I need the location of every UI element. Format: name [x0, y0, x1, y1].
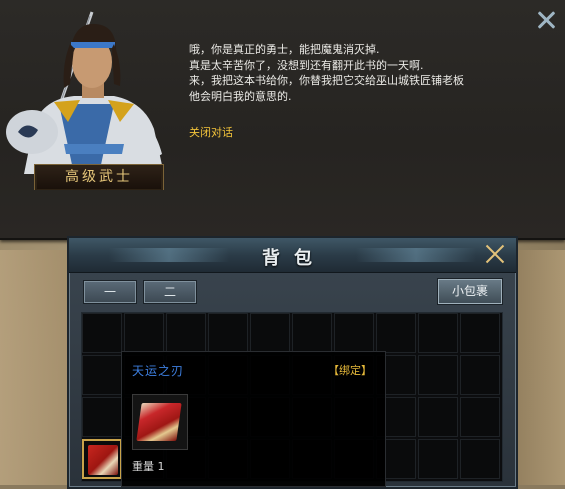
inventory-slot[interactable] — [208, 313, 248, 353]
small-bag-button[interactable]: 小包裹 — [437, 278, 503, 305]
red-book-icon — [136, 403, 182, 441]
inventory-slot[interactable] — [418, 355, 458, 395]
red-book-icon — [88, 445, 118, 475]
inventory-slot[interactable] — [376, 313, 416, 353]
inventory-slot[interactable] — [82, 439, 122, 479]
item-name: 天运之刃 — [132, 364, 185, 378]
inventory-slot[interactable] — [460, 439, 500, 479]
inventory-slot[interactable] — [460, 397, 500, 437]
item-tooltip: 天运之刃 【绑定】 重量 1 — [121, 351, 386, 487]
close-dialog-option[interactable]: 关闭对话 — [189, 124, 233, 140]
inventory-slot[interactable] — [124, 313, 164, 353]
title-ornament — [109, 248, 229, 262]
inventory-slot[interactable] — [334, 313, 374, 353]
title-ornament — [356, 248, 476, 262]
npc-name-plate: 高级武士 — [34, 164, 164, 190]
inventory-title-bar[interactable]: 背包 — [69, 238, 516, 273]
inventory-slot[interactable] — [166, 313, 206, 353]
dialog-line: 来，我把这本书给你，你替我把它交给巫山城铁匠铺老板 — [189, 74, 464, 87]
weight-label: 重量 — [132, 460, 154, 473]
dialog-line: 真是太辛苦你了，没想到还有翻开此书的一天啊. — [189, 58, 424, 72]
inventory-close-icon[interactable] — [483, 242, 507, 266]
inventory-slot[interactable] — [292, 313, 332, 353]
dialog-text: 哦，你是真正的勇士，能把魔鬼消灭掉. 真是太辛苦你了，没想到还有翻开此书的一天啊… — [189, 42, 509, 104]
inventory-slot[interactable] — [82, 355, 122, 395]
npc-dialog-panel: 高级武士 哦，你是真正的勇士，能把魔鬼消灭掉. 真是太辛苦你了，没想到还有翻开此… — [0, 0, 565, 240]
inventory-slot[interactable] — [418, 439, 458, 479]
item-bind-status: 【绑定】 — [328, 364, 372, 377]
tab-bag-1[interactable]: 一 — [83, 280, 137, 304]
item-weight: 重量 1 — [132, 458, 165, 474]
inventory-slot[interactable] — [460, 313, 500, 353]
dialog-line: 哦，你是真正的勇士，能把魔鬼消灭掉. — [189, 43, 380, 56]
inventory-slot[interactable] — [460, 355, 500, 395]
inventory-slot[interactable] — [82, 313, 122, 353]
npc-name: 高级武士 — [65, 169, 133, 185]
inventory-slot[interactable] — [418, 397, 458, 437]
inventory-slot[interactable] — [82, 397, 122, 437]
inventory-slot[interactable] — [418, 313, 458, 353]
inventory-slot[interactable] — [250, 313, 290, 353]
weight-value: 1 — [157, 460, 165, 473]
close-icon[interactable] — [534, 8, 558, 32]
warrior-portrait-icon — [6, 11, 164, 174]
item-preview — [132, 394, 188, 450]
dialog-line: 他会明白我的意思的. — [189, 89, 292, 103]
tab-bag-2[interactable]: 二 — [143, 280, 197, 304]
inventory-title: 背包 — [262, 248, 326, 269]
npc-portrait: 高级武士 — [4, 4, 174, 190]
